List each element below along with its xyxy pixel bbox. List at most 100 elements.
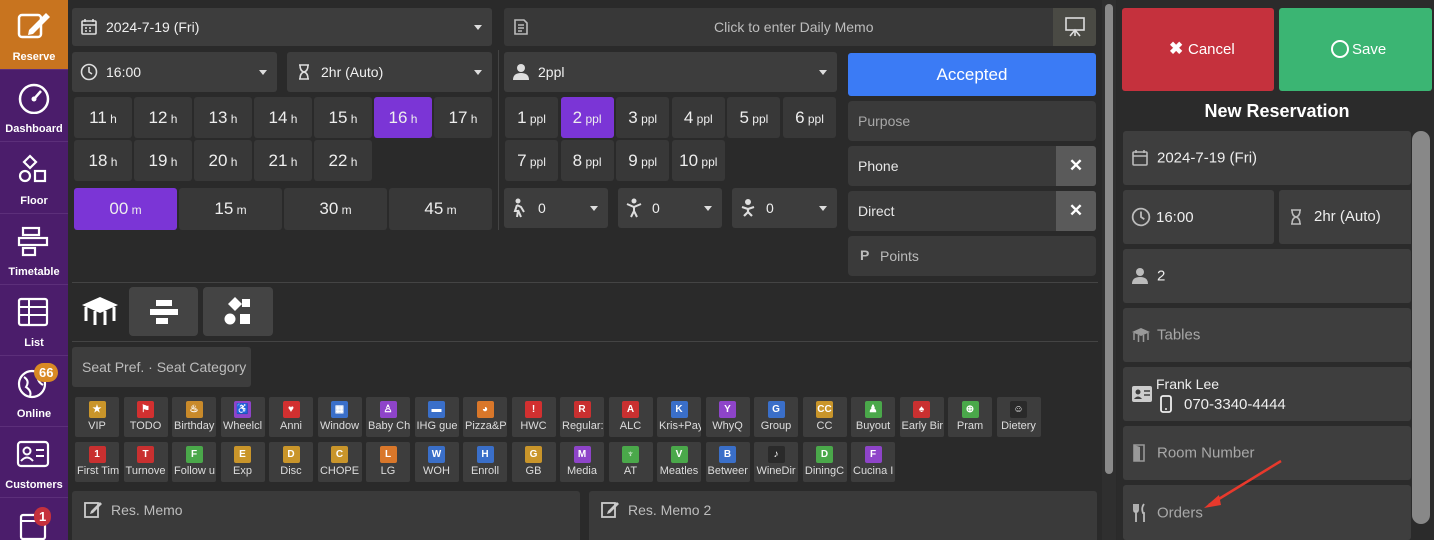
adult-child-select[interactable]: 0 <box>504 188 608 228</box>
hour-option[interactable]: 15 h <box>314 97 372 138</box>
tag-chip[interactable]: Y WhyQ <box>705 397 750 437</box>
reservation-party-field[interactable]: 2 <box>1123 249 1411 303</box>
sidebar-item-customers[interactable]: Customers <box>0 428 68 498</box>
tag-chip[interactable]: ♠ Early Bir <box>899 397 944 437</box>
source-direct-field[interactable]: Direct ✕ <box>848 191 1096 231</box>
people-option[interactable]: 3 ppl <box>616 97 670 138</box>
tag-chip[interactable]: F Cucina I <box>851 442 895 482</box>
hour-option[interactable]: 12 h <box>134 97 192 138</box>
tag-chip[interactable]: G Group <box>754 397 798 437</box>
tag-chip[interactable]: K Kris+Pay <box>657 397 701 437</box>
time-select[interactable]: 16:00 <box>72 52 277 92</box>
tag-chip[interactable]: ♿ Wheelcl <box>220 397 265 437</box>
points-field[interactable]: P Points <box>848 236 1096 276</box>
duration-select[interactable]: 2hr (Auto) <box>287 52 492 92</box>
hour-option[interactable]: 18 h <box>74 140 132 181</box>
status-accepted-button[interactable]: Accepted <box>848 53 1096 96</box>
sidebar-item-list[interactable]: List <box>0 286 68 356</box>
tag-chip[interactable]: M Media <box>560 442 604 482</box>
people-option[interactable]: 9 ppl <box>616 140 670 181</box>
tag-chip[interactable]: 1 First Tim <box>75 442 119 482</box>
main-scrollbar[interactable] <box>1102 0 1116 540</box>
reservation-date-field[interactable]: 2024-7-19 (Fri) <box>1123 131 1411 185</box>
tag-chip[interactable]: R Regular: <box>560 397 604 437</box>
tag-chip[interactable]: ☺ Dietery <box>996 397 1041 437</box>
timeline-view-button[interactable] <box>129 287 198 336</box>
daily-memo-field[interactable]: Click to enter Daily Memo <box>504 8 1096 46</box>
hour-option[interactable]: 16 h <box>374 97 432 138</box>
save-button[interactable]: Save <box>1279 8 1432 91</box>
clear-phone-button[interactable]: ✕ <box>1056 146 1096 186</box>
panel-scrollbar[interactable] <box>1411 131 1430 524</box>
guest-card[interactable]: Frank Lee 070-3340-4444 <box>1123 367 1411 421</box>
people-option[interactable]: 1 ppl <box>505 97 558 138</box>
tag-chip[interactable]: V Meatles <box>657 442 701 482</box>
tag-chip[interactable]: ♙ Baby Ch <box>366 397 410 437</box>
tag-chip[interactable]: ⊕ Pram <box>948 397 992 437</box>
tag-chip[interactable]: CC CC <box>802 397 847 437</box>
party-size-select[interactable]: 2ppl <box>504 52 837 92</box>
hour-option[interactable]: 11 h <box>74 97 132 138</box>
tag-chip[interactable]: ♆ AT <box>608 442 653 482</box>
main-scrollbar-thumb[interactable] <box>1105 4 1113 474</box>
tag-chip[interactable]: T Turnove <box>123 442 168 482</box>
tag-chip[interactable]: D Disc <box>269 442 313 482</box>
sidebar-item-dashboard[interactable]: Dashboard <box>0 72 68 142</box>
tag-chip[interactable]: ⚑ TODO <box>123 397 168 437</box>
people-option[interactable]: 10 ppl <box>671 140 725 181</box>
res-memo-2-field[interactable]: Res. Memo 2 <box>589 491 1097 540</box>
tag-chip[interactable]: C CHOPE <box>317 442 362 482</box>
tag-chip[interactable]: D DiningC <box>802 442 847 482</box>
minute-option[interactable]: 00 m <box>74 188 177 230</box>
reservation-duration-select[interactable]: 2hr (Auto) <box>1279 190 1430 244</box>
tag-chip[interactable]: ♥ Anni <box>269 397 313 437</box>
people-option[interactable]: 6 ppl <box>783 97 836 138</box>
tag-chip[interactable]: ♪ WineDir <box>754 442 798 482</box>
date-select[interactable]: 2024-7-19 (Fri) <box>72 8 492 46</box>
sidebar-item-floor[interactable]: Floor <box>0 144 68 214</box>
tag-chip[interactable]: F Follow u <box>172 442 216 482</box>
tag-chip[interactable]: ▦ Window <box>317 397 362 437</box>
people-option[interactable]: 5 ppl <box>727 97 781 138</box>
tag-chip[interactable]: A ALC <box>608 397 653 437</box>
sidebar-item-online[interactable]: 66 Online <box>0 357 68 427</box>
people-option[interactable]: 7 ppl <box>505 140 558 181</box>
cancel-button[interactable]: ✖ Cancel <box>1122 8 1274 91</box>
hour-option[interactable]: 19 h <box>134 140 192 181</box>
people-option[interactable]: 8 ppl <box>560 140 614 181</box>
hour-option[interactable]: 14 h <box>254 97 312 138</box>
clear-direct-button[interactable]: ✕ <box>1056 191 1096 231</box>
hour-option[interactable]: 17 h <box>434 97 492 138</box>
presentation-button[interactable] <box>1053 8 1096 46</box>
minute-option[interactable]: 15 m <box>179 188 282 230</box>
tag-chip[interactable]: B Betweer <box>705 442 750 482</box>
minute-option[interactable]: 30 m <box>284 188 387 230</box>
tag-chip[interactable]: W WOH <box>414 442 459 482</box>
panel-scrollbar-thumb[interactable] <box>1412 131 1430 524</box>
purpose-field[interactable]: Purpose <box>848 101 1096 141</box>
people-option[interactable]: 4 ppl <box>671 97 725 138</box>
hour-option[interactable]: 20 h <box>194 140 252 181</box>
tag-chip[interactable]: E Exp <box>220 442 265 482</box>
floor-view-button[interactable] <box>203 287 273 336</box>
people-option[interactable]: 2 ppl <box>560 97 614 138</box>
sidebar-item-timetable[interactable]: Timetable <box>0 215 68 285</box>
seat-pref-button[interactable]: Seat Pref. · Seat Category <box>72 347 251 387</box>
reservation-tables-field[interactable]: Tables <box>1123 308 1411 362</box>
tag-chip[interactable]: ♟ Buyout <box>851 397 895 437</box>
hour-option[interactable]: 21 h <box>254 140 312 181</box>
tag-chip[interactable]: H Enroll <box>463 442 507 482</box>
baby-select[interactable]: 0 <box>732 188 837 228</box>
child-select[interactable]: 0 <box>618 188 722 228</box>
table-view-button[interactable] <box>72 287 126 336</box>
hour-option[interactable]: 22 h <box>314 140 372 181</box>
sidebar-item-reserve[interactable]: Reserve <box>0 0 68 70</box>
tag-chip[interactable]: ◕ Pizza&P <box>463 397 507 437</box>
minute-option[interactable]: 45 m <box>389 188 492 230</box>
reservation-time-field[interactable]: 16:00 <box>1123 190 1274 244</box>
res-memo-field[interactable]: Res. Memo <box>72 491 580 540</box>
tag-chip[interactable]: ♨ Birthday <box>172 397 216 437</box>
tag-chip[interactable]: L LG <box>366 442 410 482</box>
tag-chip[interactable]: ▬ IHG gue <box>414 397 459 437</box>
hour-option[interactable]: 13 h <box>194 97 252 138</box>
